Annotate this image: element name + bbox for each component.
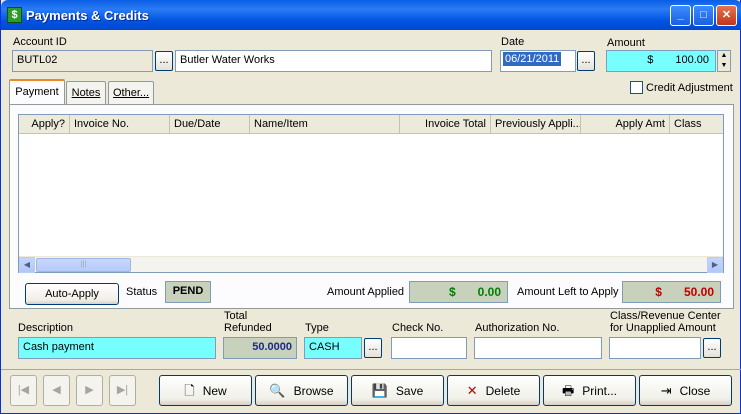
invoice-grid[interactable]: Apply? Invoice No. Due/Date Name/Item In… [18, 114, 724, 273]
credit-adjustment-label: Credit Adjustment [646, 82, 733, 94]
delete-x-icon: ✕ [466, 383, 478, 398]
date-value: 06/21/2011 [503, 52, 562, 66]
scroll-thumb[interactable]: ||| [36, 258, 131, 272]
type-label: Type [305, 322, 329, 334]
status-badge: PEND [165, 281, 211, 303]
new-button-label: New [202, 384, 227, 398]
col-class[interactable]: Class [670, 115, 723, 134]
close-window-button[interactable]: ✕ [716, 5, 737, 26]
delete-button[interactable]: ✕ Delete [447, 375, 540, 406]
class-revenue-label-1: Class/Revenue Center [610, 310, 721, 322]
grid-header: Apply? Invoice No. Due/Date Name/Item In… [19, 115, 723, 134]
account-id-label: Account ID [13, 36, 67, 48]
printer-icon: 🖶 [562, 383, 575, 398]
window-title: Payments & Credits [26, 8, 149, 23]
amount-applied-field: $0.00 [409, 281, 508, 303]
description-field[interactable]: Cash payment [18, 337, 216, 359]
col-invoice-total[interactable]: Invoice Total [400, 115, 491, 134]
total-refunded-field: 50.0000 [223, 337, 297, 359]
col-apply[interactable]: Apply? [19, 115, 70, 134]
amount-currency: $ [647, 54, 654, 66]
col-previously-applied[interactable]: Previously Appli... [491, 115, 581, 134]
minimize-button[interactable]: _ [670, 5, 691, 26]
maximize-button[interactable]: □ [693, 5, 714, 26]
class-revenue-lookup-button[interactable]: ... [703, 338, 721, 358]
amount-left-value: 50.00 [683, 285, 714, 299]
print-button-label: Print... [582, 384, 617, 398]
amount-value: 100.00 [675, 54, 709, 66]
browse-button[interactable]: 🔍 Browse [255, 375, 348, 406]
type-field[interactable]: CASH [304, 337, 362, 359]
last-record-icon[interactable]: ▶| [109, 375, 136, 406]
close-button[interactable]: ⇥ Close [639, 375, 732, 406]
delete-button-label: Delete [485, 384, 521, 398]
total-refunded-label-1: Total [224, 310, 248, 322]
amount-left-currency: $ [655, 285, 662, 299]
check-no-field[interactable] [391, 337, 467, 359]
title-bar[interactable]: $ Payments & Credits _ □ ✕ [1, 0, 741, 30]
tab-notes[interactable]: Notes [66, 81, 106, 105]
account-name-field[interactable]: Butler Water Works [175, 50, 492, 72]
col-due-date[interactable]: Due/Date [170, 115, 250, 134]
amount-applied-label: Amount Applied [327, 286, 405, 298]
tab-payment[interactable]: Payment [9, 79, 65, 106]
amount-left-field: $50.00 [622, 281, 721, 303]
class-revenue-label-2: for Unapplied Amount [610, 322, 716, 334]
first-record-icon[interactable]: |◀ [10, 375, 37, 406]
credit-adjustment-checkbox[interactable] [630, 81, 643, 94]
authorization-no-label: Authorization No. [475, 322, 560, 334]
col-apply-amt[interactable]: Apply Amt [581, 115, 670, 134]
amount-applied-currency: $ [448, 285, 456, 299]
save-button[interactable]: 💾 Save [351, 375, 444, 406]
col-name-item[interactable]: Name/Item [250, 115, 400, 134]
save-disk-icon: 💾 [371, 383, 388, 398]
previous-record-icon[interactable]: ◀ [43, 375, 70, 406]
amount-field[interactable]: $100.00 [606, 50, 716, 72]
scroll-left-icon[interactable]: ◀ [19, 257, 35, 273]
date-picker-button[interactable]: ... [577, 51, 595, 71]
scroll-right-icon[interactable]: ▶ [707, 257, 723, 273]
authorization-no-field[interactable] [474, 337, 602, 359]
check-no-label: Check No. [392, 322, 444, 334]
new-button[interactable]: 🗋 New [159, 375, 252, 406]
new-document-icon: 🗋 [184, 383, 195, 398]
amount-left-label: Amount Left to Apply [517, 286, 619, 298]
save-button-label: Save [395, 384, 424, 398]
close-button-label: Close [679, 384, 711, 398]
toolbar-divider [1, 369, 741, 370]
amount-label: Amount [607, 37, 645, 49]
dollar-app-icon: $ [7, 7, 22, 23]
auto-apply-button[interactable]: Auto-Apply [25, 283, 119, 305]
browse-button-label: Browse [293, 384, 334, 398]
exit-door-icon: ⇥ [660, 383, 672, 398]
account-id-field[interactable]: BUTL02 [12, 50, 153, 72]
payments-credits-window: $ Payments & Credits _ □ ✕ Account ID BU… [0, 0, 741, 414]
total-refunded-label-2: Refunded [224, 322, 272, 334]
class-revenue-field[interactable] [609, 337, 701, 359]
amount-spinner[interactable]: ▲ ▼ [717, 50, 731, 72]
status-label: Status [126, 286, 158, 298]
type-lookup-button[interactable]: ... [364, 338, 382, 358]
grid-horizontal-scrollbar[interactable]: ◀ ||| ▶ [19, 256, 723, 273]
browse-icon: 🔍 [269, 383, 286, 398]
date-label: Date [501, 36, 525, 48]
next-record-icon[interactable]: ▶ [76, 375, 103, 406]
description-label: Description [18, 322, 74, 334]
col-invoice-no[interactable]: Invoice No. [70, 115, 170, 134]
account-lookup-button[interactable]: ... [155, 51, 173, 71]
print-button[interactable]: 🖶 Print... [543, 375, 636, 406]
amount-applied-value: 0.00 [477, 285, 501, 299]
date-field[interactable]: 06/21/2011 [500, 50, 576, 72]
tab-other[interactable]: Other... [108, 81, 154, 105]
